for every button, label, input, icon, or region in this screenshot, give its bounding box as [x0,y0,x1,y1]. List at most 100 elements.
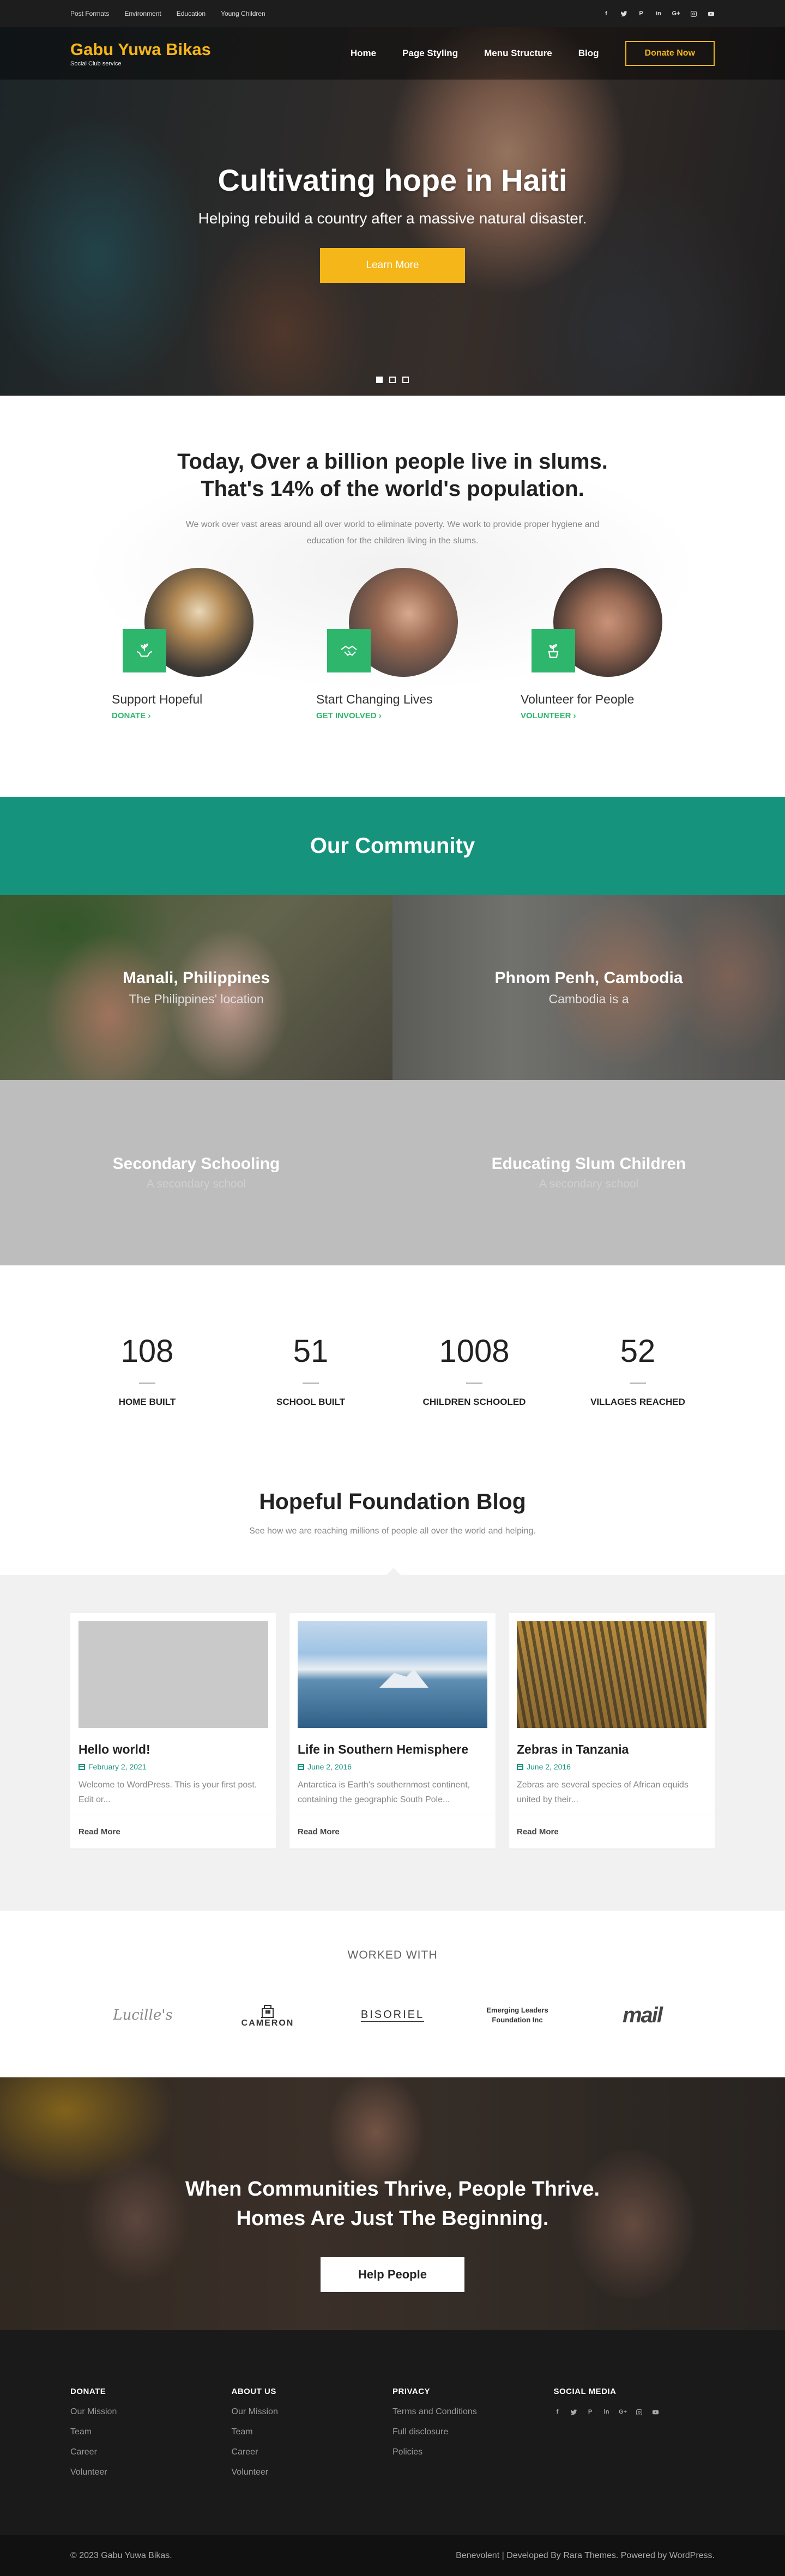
cta-banner: When Communities Thrive, People Thrive. … [0,2077,785,2330]
top-bar: Post Formats Environment Education Young… [0,0,785,27]
youtube-icon[interactable] [652,2408,660,2416]
top-link-environment[interactable]: Environment [124,10,161,17]
pinterest-icon[interactable]: P [587,2408,594,2416]
partner-logo-emerging-leaders[interactable]: Emerging Leaders Foundation Inc [476,1993,558,2037]
learn-more-button[interactable]: Learn More [320,248,465,283]
tile-title: Secondary Schooling [112,1155,280,1173]
twitter-icon[interactable] [620,10,627,17]
stat-label: SCHOOL BUILT [276,1396,345,1407]
read-more-link[interactable]: Read More [289,1815,496,1848]
footer-link[interactable]: Our Mission [232,2407,393,2417]
stat-value: 52 [620,1333,656,1369]
stat-divider [139,1382,155,1384]
partner-logo-cameron[interactable]: CAMERON [227,1993,309,2037]
stat-divider [303,1382,319,1384]
partner-logo-mail[interactable]: mail [601,1993,683,2037]
partner-logo-bisoriel[interactable]: BISORIEL [352,1993,433,2037]
footer-column-title: DONATE [70,2387,106,2396]
footer-link[interactable]: Team [70,2427,232,2437]
nav-item-menu-structure[interactable]: Menu Structure [484,48,552,59]
post-excerpt: Antarctica is Earth's southernmost conti… [298,1780,470,1804]
partners-section: WORKED WITH Lucille's CAMERON BISORIEL E… [0,1911,785,2077]
feature-list: Support Hopeful DONATE › Start Changing … [112,568,673,720]
top-links: Post Formats Environment Education Young… [70,10,265,17]
site-tagline: Social Club service [70,60,122,67]
slider-dot-1[interactable] [376,377,383,383]
nav-item-blog[interactable]: Blog [578,48,599,59]
credits-text: Benevolent | Developed By Rara Themes. P… [456,2550,715,2560]
youtube-icon[interactable] [707,10,715,17]
twitter-icon[interactable] [570,2408,578,2416]
blog-posts: Hello world! February 2, 2021 Welcome to… [0,1575,785,1911]
donate-link[interactable]: DONATE › [112,711,264,720]
main-navigation: Home Page Styling Menu Structure Blog Do… [351,41,715,66]
post-title[interactable]: Zebras in Tanzania [517,1742,706,1757]
post-title[interactable]: Life in Southern Hemisphere [298,1742,487,1757]
calendar-icon [298,1764,304,1770]
nav-item-home[interactable]: Home [351,48,376,59]
stat-label: VILLAGES REACHED [590,1396,685,1407]
footer-column-title: SOCIAL MEDIA [553,2387,617,2396]
hands-plant-icon [123,629,166,672]
footer-link[interactable]: Terms and Conditions [392,2407,554,2417]
help-people-button[interactable]: Help People [321,2257,464,2292]
read-more-link[interactable]: Read More [70,1815,276,1848]
instagram-icon[interactable] [690,10,697,17]
community-tile-secondary-schooling[interactable]: Secondary Schooling A secondary school [0,1080,392,1265]
footer-column-about-us: ABOUT US Our Mission Team Career Volunte… [232,2387,393,2488]
instagram-icon[interactable] [636,2408,643,2416]
footer-link[interactable]: Team [232,2427,393,2437]
top-social-links: f P in G+ [602,10,715,17]
footer-link[interactable]: Career [232,2447,393,2457]
footer-link[interactable]: Career [70,2447,232,2457]
site-branding[interactable]: Gabu Yuwa Bikas Social Club service [70,40,211,67]
community-tile-manali[interactable]: Manali, Philippines The Philippines' loc… [0,895,392,1080]
community-tile-educating-slum-children[interactable]: Educating Slum Children A secondary scho… [392,1080,785,1265]
google-plus-icon[interactable]: G+ [672,10,680,17]
stat-divider [466,1382,482,1384]
top-link-post-formats[interactable]: Post Formats [70,10,109,17]
linkedin-icon[interactable]: in [603,2408,611,2416]
footer-link[interactable]: Volunteer [232,2468,393,2477]
community-header: Our Community [0,797,785,895]
site-header: Gabu Yuwa Bikas Social Club service Home… [0,27,785,80]
footer-link[interactable]: Full disclosure [392,2427,554,2437]
slider-dot-2[interactable] [389,377,396,383]
slider-dot-3[interactable] [402,377,409,383]
post-thumbnail[interactable] [517,1621,706,1728]
post-thumbnail[interactable] [298,1621,487,1728]
tile-text: Cambodia is a [548,991,629,1006]
community-tile-phnom-penh[interactable]: Phnom Penh, Cambodia Cambodia is a [392,895,785,1080]
top-link-young-children[interactable]: Young Children [221,10,265,17]
pinterest-icon[interactable]: P [637,10,645,17]
stat-item: 108 HOME BUILT [65,1333,229,1408]
linkedin-icon[interactable]: in [655,10,662,17]
hero-slider: Gabu Yuwa Bikas Social Club service Home… [0,27,785,396]
feature-image [123,568,253,677]
footer-link[interactable]: Our Mission [70,2407,232,2417]
site-title: Gabu Yuwa Bikas [70,40,211,59]
top-link-education[interactable]: Education [177,10,206,17]
hero-subtitle: Helping rebuild a country after a massiv… [198,210,587,227]
footer-social-links: f P in G+ [554,2408,715,2416]
google-plus-icon[interactable]: G+ [619,2408,627,2416]
donate-now-button[interactable]: Donate Now [625,41,715,66]
blog-subheading: See how we are reaching millions of peop… [249,1526,536,1536]
post-title[interactable]: Hello world! [78,1742,268,1757]
volunteer-link[interactable]: VOLUNTEER › [521,711,673,720]
community-heading: Our Community [310,833,475,858]
copyright-text: © 2023 Gabu Yuwa Bikas. [70,2550,172,2560]
footer-link[interactable]: Volunteer [70,2468,232,2477]
slider-pagination [0,376,785,386]
read-more-link[interactable]: Read More [509,1815,715,1848]
nav-item-page-styling[interactable]: Page Styling [402,48,458,59]
facebook-icon[interactable]: f [602,10,610,17]
get-involved-link[interactable]: GET INVOLVED › [316,711,469,720]
stat-value: 1008 [439,1333,510,1369]
partner-logo-lucilles[interactable]: Lucille's [102,1993,184,2037]
footer-link[interactable]: Policies [392,2447,554,2457]
facebook-icon[interactable]: f [554,2408,561,2416]
stat-label: HOME BUILT [118,1396,176,1407]
stats-section: 108 HOME BUILT 51 SCHOOL BUILT 1008 CHIL… [0,1265,785,1475]
post-thumbnail[interactable] [78,1621,268,1728]
